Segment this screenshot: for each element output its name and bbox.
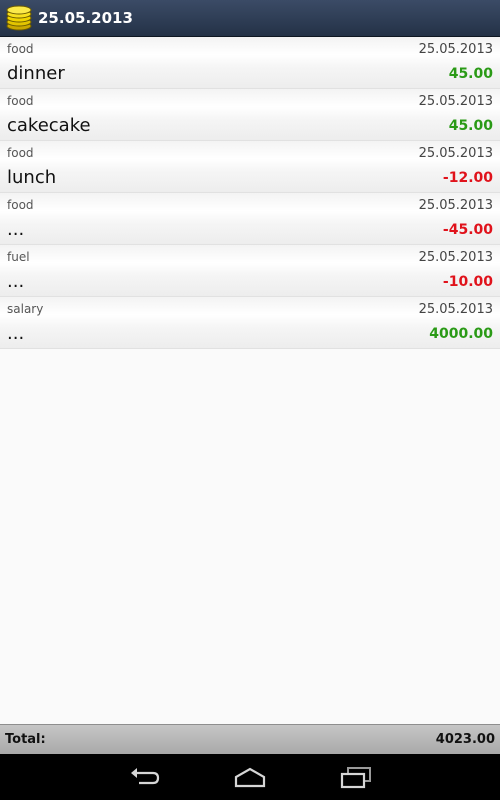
list-item[interactable]: food 25.05.2013 cakecake 45.00 xyxy=(0,89,500,141)
total-label: Total: xyxy=(5,732,46,747)
transaction-amount: -12.00 xyxy=(442,170,493,186)
transaction-date: 25.05.2013 xyxy=(418,198,493,213)
recent-apps-icon[interactable] xyxy=(336,762,376,792)
coin-stack-icon[interactable] xyxy=(5,4,33,32)
transaction-list: food 25.05.2013 dinner 45.00 food 25.05.… xyxy=(0,37,500,349)
total-value: 4023.00 xyxy=(435,732,495,747)
transaction-name: lunch xyxy=(7,167,57,188)
transaction-date: 25.05.2013 xyxy=(418,42,493,57)
transaction-category: fuel xyxy=(7,250,30,264)
page-title: 25.05.2013 xyxy=(38,9,133,27)
transaction-category: food xyxy=(7,42,34,56)
transaction-category: food xyxy=(7,146,34,160)
transaction-date: 25.05.2013 xyxy=(418,302,493,317)
transaction-category: salary xyxy=(7,302,44,316)
transaction-amount: -45.00 xyxy=(442,222,493,238)
transaction-date: 25.05.2013 xyxy=(418,250,493,265)
action-bar: 25.05.2013 xyxy=(0,0,500,37)
transaction-amount: -10.00 xyxy=(442,274,493,290)
transaction-name: ... xyxy=(7,323,25,344)
home-icon[interactable] xyxy=(230,762,270,792)
back-icon[interactable] xyxy=(125,762,165,792)
list-item[interactable]: salary 25.05.2013 ... 4000.00 xyxy=(0,297,500,349)
list-item[interactable]: food 25.05.2013 lunch -12.00 xyxy=(0,141,500,193)
transaction-name: cakecake xyxy=(7,115,91,136)
transaction-category: food xyxy=(7,94,34,108)
transaction-name: ... xyxy=(7,219,25,240)
transaction-amount: 4000.00 xyxy=(429,326,493,342)
system-navigation-bar xyxy=(0,754,500,800)
transaction-name: dinner xyxy=(7,63,65,84)
list-item[interactable]: food 25.05.2013 ... -45.00 xyxy=(0,193,500,245)
list-item[interactable]: food 25.05.2013 dinner 45.00 xyxy=(0,37,500,89)
transaction-amount: 45.00 xyxy=(448,66,493,82)
transaction-name: ... xyxy=(7,271,25,292)
list-item[interactable]: fuel 25.05.2013 ... -10.00 xyxy=(0,245,500,297)
transaction-amount: 45.00 xyxy=(448,118,493,134)
transaction-date: 25.05.2013 xyxy=(418,94,493,109)
transaction-category: food xyxy=(7,198,34,212)
transaction-date: 25.05.2013 xyxy=(418,146,493,161)
total-bar: Total: 4023.00 xyxy=(0,724,500,754)
